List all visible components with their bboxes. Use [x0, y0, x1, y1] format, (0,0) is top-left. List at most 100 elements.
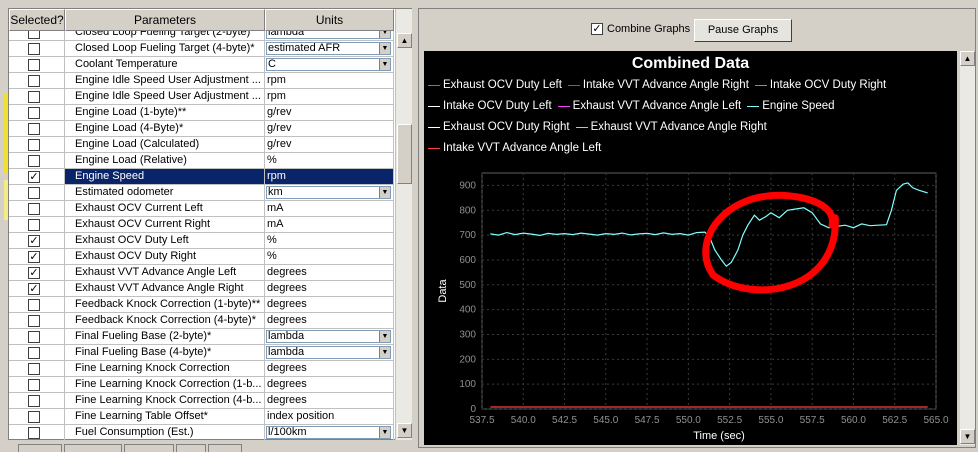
- unit-dropdown[interactable]: l/100km ▼: [266, 426, 391, 439]
- chevron-down-icon[interactable]: ▼: [379, 347, 390, 358]
- legend-label: Intake VVT Advance Angle Right: [582, 79, 749, 91]
- parameter-row[interactable]: Coolant Temperature C ▼: [9, 57, 394, 73]
- parameter-row[interactable]: Fine Learning Knock Correction degrees: [9, 361, 394, 377]
- tab-stub[interactable]: [208, 444, 242, 452]
- parameter-row[interactable]: Fine Learning Table Offset* index positio…: [9, 409, 394, 425]
- chevron-down-icon[interactable]: ▼: [379, 43, 390, 54]
- selected-column-header[interactable]: Selected?: [9, 9, 65, 31]
- unit-value: degrees: [265, 393, 394, 409]
- parameter-row[interactable]: Final Fueling Base (2-byte)* lambda ▼: [9, 329, 394, 345]
- unit-cell: lambda ▼: [265, 329, 394, 345]
- units-column-header[interactable]: Units: [265, 9, 394, 31]
- parameter-row[interactable]: Engine Idle Speed User Adjustment ... rpm: [9, 89, 394, 105]
- graph-scrollbar[interactable]: ▲ ▼: [960, 51, 975, 445]
- select-checkbox[interactable]: [28, 411, 40, 423]
- parameter-row[interactable]: Fine Learning Knock Correction (1-b... de…: [9, 377, 394, 393]
- unit-dropdown[interactable]: km ▼: [266, 186, 391, 199]
- parameter-row[interactable]: Engine Load (Relative)%: [9, 153, 394, 169]
- select-checkbox[interactable]: [28, 299, 40, 311]
- select-checkbox[interactable]: [28, 363, 40, 375]
- select-checkbox[interactable]: [28, 427, 40, 439]
- unit-dropdown-value: lambda: [268, 330, 305, 342]
- checkbox-icon[interactable]: ✓: [591, 23, 603, 35]
- parameter-name: Estimated odometer: [65, 185, 265, 201]
- tab-stub[interactable]: [64, 444, 122, 452]
- scroll-thumb[interactable]: [397, 124, 412, 184]
- parameter-row[interactable]: Fine Learning Knock Correction (4-b... de…: [9, 393, 394, 409]
- select-checkbox[interactable]: [28, 219, 40, 231]
- parameter-row[interactable]: Engine Load (1-byte)** g/rev: [9, 105, 394, 121]
- scroll-up-button[interactable]: ▲: [960, 51, 975, 66]
- chevron-down-icon[interactable]: ▼: [379, 31, 390, 38]
- select-checkbox[interactable]: [28, 187, 40, 199]
- chart-title: Combined Data: [631, 55, 750, 72]
- parameter-row[interactable]: ✓ Exhaust OCV Duty Left%: [9, 233, 394, 249]
- parameter-row[interactable]: ✓ Exhaust VVT Advance Angle Left degrees: [9, 265, 394, 281]
- chevron-down-icon[interactable]: ▼: [379, 59, 390, 70]
- select-checkbox[interactable]: [28, 395, 40, 407]
- pause-graphs-button[interactable]: Pause Graphs: [694, 19, 792, 42]
- unit-dropdown[interactable]: C ▼: [266, 58, 391, 71]
- select-checkbox[interactable]: [28, 43, 40, 55]
- select-checkbox[interactable]: [28, 331, 40, 343]
- select-checkbox[interactable]: ✓: [28, 235, 40, 247]
- select-checkbox[interactable]: [28, 59, 40, 71]
- scroll-up-button[interactable]: ▲: [397, 33, 412, 48]
- scroll-down-button[interactable]: ▼: [397, 423, 412, 438]
- tab-stub[interactable]: [18, 444, 62, 452]
- unit-dropdown[interactable]: lambda ▼: [266, 346, 391, 359]
- parameter-list-scrollbar[interactable]: ▲ ▼: [395, 9, 412, 440]
- parameter-row[interactable]: Feedback Knock Correction (1-byte)** degr…: [9, 297, 394, 313]
- selected-cell: [9, 425, 65, 440]
- parameter-row[interactable]: Closed Loop Fueling Target (2-byte) lambd…: [9, 31, 394, 41]
- legend-item: Intake OCV Duty Left: [428, 100, 552, 112]
- parameter-row[interactable]: ✓ Exhaust OCV Duty Right%: [9, 249, 394, 265]
- combined-graph: 0 100 200 300 400 500 600 700 800 900 537.5 540.0 54…: [424, 51, 957, 445]
- legend-label: Exhaust OCV Duty Right: [443, 121, 570, 133]
- parameter-row[interactable]: Estimated odometer km ▼: [9, 185, 394, 201]
- select-checkbox[interactable]: [28, 91, 40, 103]
- select-checkbox[interactable]: ✓: [28, 283, 40, 295]
- parameter-row[interactable]: ✓ Engine Speed rpm: [9, 169, 394, 185]
- parameter-row[interactable]: Feedback Knock Correction (4-byte)* degre…: [9, 313, 394, 329]
- legend-item: Exhaust VVT Advance Angle Right: [575, 121, 767, 133]
- scroll-down-button[interactable]: ▼: [960, 429, 975, 444]
- tab-stub[interactable]: [124, 444, 174, 452]
- parameter-row[interactable]: Engine Idle Speed User Adjustment ... rpm: [9, 73, 394, 89]
- select-checkbox[interactable]: [28, 155, 40, 167]
- parameter-name: Engine Speed: [65, 169, 265, 185]
- unit-dropdown[interactable]: lambda ▼: [266, 31, 391, 39]
- select-checkbox[interactable]: [28, 123, 40, 135]
- parameter-row[interactable]: Engine Load (4-Byte)* g/rev: [9, 121, 394, 137]
- select-checkbox[interactable]: [28, 107, 40, 119]
- select-checkbox[interactable]: [28, 139, 40, 151]
- combine-graphs-checkbox[interactable]: ✓ Combine Graphs: [591, 23, 690, 35]
- tab-stub[interactable]: [176, 444, 206, 452]
- select-checkbox[interactable]: [28, 203, 40, 215]
- chevron-down-icon[interactable]: ▼: [379, 331, 390, 342]
- parameter-row[interactable]: Final Fueling Base (4-byte)* lambda ▼: [9, 345, 394, 361]
- y-tick-label: 500: [459, 280, 476, 291]
- select-checkbox[interactable]: [28, 347, 40, 359]
- select-checkbox[interactable]: ✓: [28, 171, 40, 183]
- select-checkbox[interactable]: [28, 315, 40, 327]
- unit-dropdown[interactable]: lambda ▼: [266, 330, 391, 343]
- y-tick-label: 400: [459, 305, 476, 316]
- select-checkbox[interactable]: [28, 379, 40, 391]
- chevron-down-icon[interactable]: ▼: [379, 187, 390, 198]
- select-checkbox[interactable]: [28, 75, 40, 87]
- unit-dropdown[interactable]: estimated AFR ▼: [266, 42, 391, 55]
- parameter-row[interactable]: Exhaust OCV Current Right mA: [9, 217, 394, 233]
- chevron-down-icon[interactable]: ▼: [379, 427, 390, 438]
- parameter-row[interactable]: Engine Load (Calculated) g/rev: [9, 137, 394, 153]
- select-checkbox[interactable]: ✓: [28, 267, 40, 279]
- parameter-name: Engine Load (Calculated): [65, 137, 265, 153]
- parameter-row[interactable]: Closed Loop Fueling Target (4-byte)* esti…: [9, 41, 394, 57]
- parameters-column-header[interactable]: Parameters: [65, 9, 265, 31]
- parameter-row[interactable]: Fuel Consumption (Est.) l/100km ▼: [9, 425, 394, 440]
- select-checkbox[interactable]: [28, 31, 40, 39]
- parameter-row[interactable]: Exhaust OCV Current Left mA: [9, 201, 394, 217]
- parameter-row[interactable]: ✓ Exhaust VVT Advance Angle Right degrees: [9, 281, 394, 297]
- select-checkbox[interactable]: ✓: [28, 251, 40, 263]
- selected-cell: [9, 185, 65, 201]
